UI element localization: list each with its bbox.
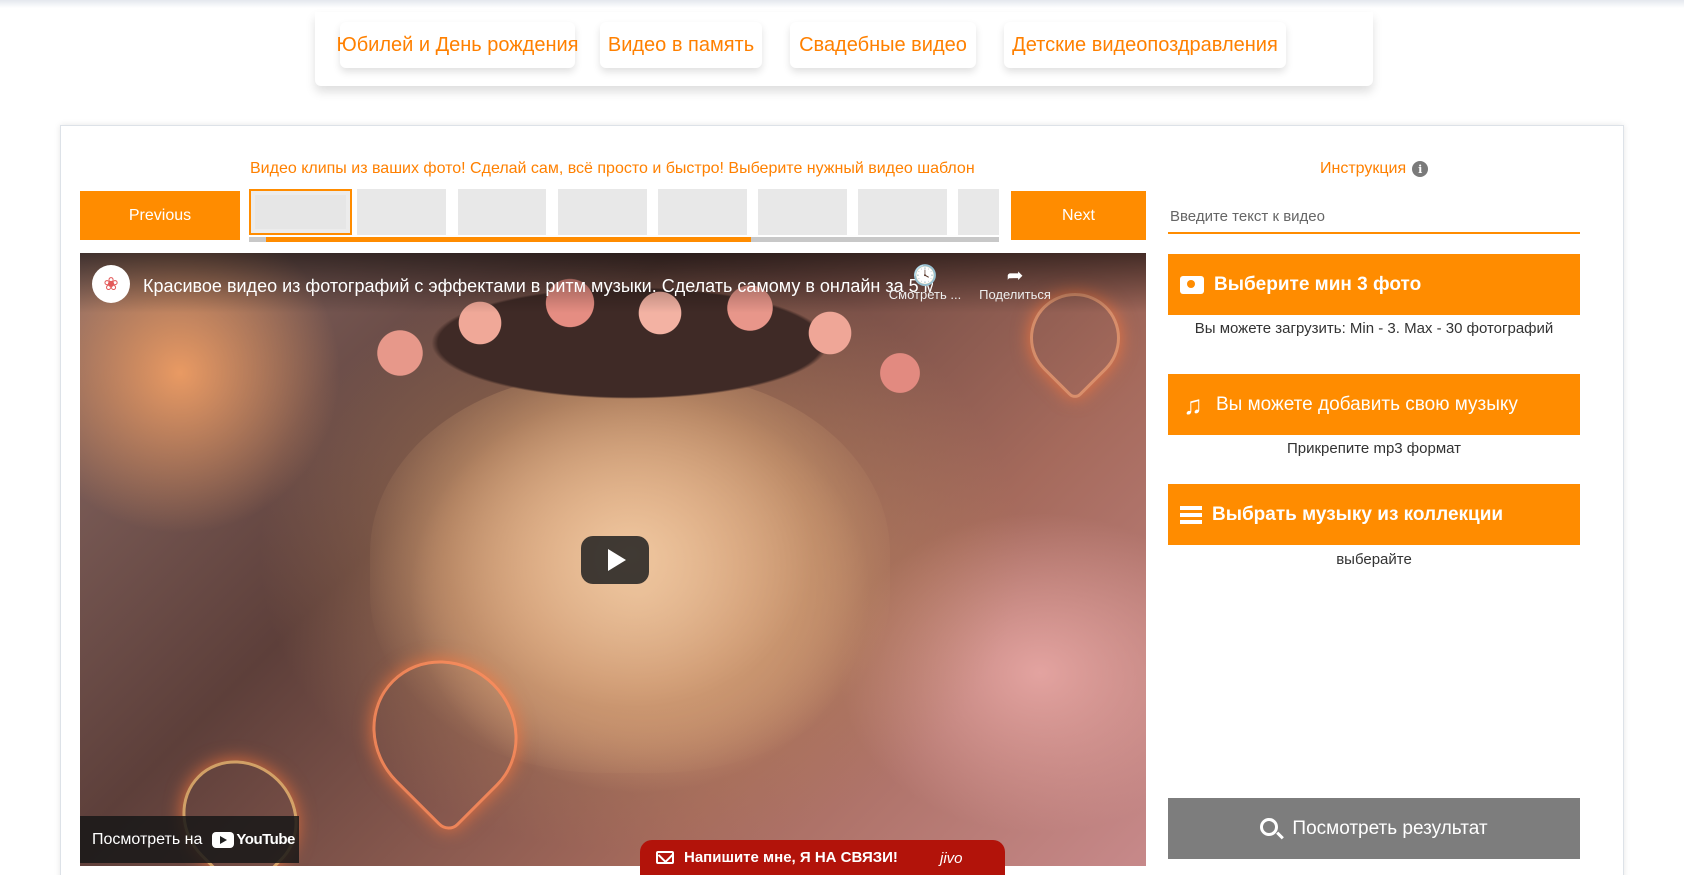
next-button[interactable]: Next bbox=[1011, 191, 1146, 240]
template-thumbnail-4[interactable] bbox=[558, 189, 647, 235]
list-icon bbox=[1180, 505, 1202, 524]
camera-icon bbox=[1180, 275, 1204, 294]
template-thumbnail-1[interactable] bbox=[249, 189, 352, 235]
video-player[interactable]: ❀ Красивое видео из фотографий с эффекта… bbox=[80, 253, 1146, 866]
thumbnail-scrollbar-thumb[interactable] bbox=[266, 237, 751, 242]
watch-on-youtube-button[interactable]: Посмотреть на YouTube bbox=[80, 816, 299, 863]
editor-tagline: Видео клипы из ваших фото! Сделай сам, в… bbox=[250, 160, 975, 177]
template-thumbnail-2[interactable] bbox=[357, 189, 446, 235]
play-button[interactable] bbox=[581, 536, 649, 584]
template-thumbnail-3[interactable] bbox=[458, 189, 546, 235]
watch-later-button[interactable]: 🕓 Смотреть ... bbox=[880, 265, 970, 309]
channel-logo-icon[interactable]: ❀ bbox=[92, 265, 130, 303]
select-photos-button[interactable]: Выберите мин 3 фото bbox=[1168, 254, 1580, 315]
top-strip bbox=[0, 0, 1684, 8]
view-result-button[interactable]: Посмотреть результат bbox=[1168, 798, 1580, 859]
video-text-input[interactable] bbox=[1168, 200, 1580, 234]
music-collection-button[interactable]: Выбрать музыку из коллекции bbox=[1168, 484, 1580, 545]
photo-hint: Вы можете загрузить: Min - 3. Max - 30 ф… bbox=[1194, 320, 1554, 337]
template-thumbnail-8[interactable] bbox=[958, 189, 999, 235]
instruction-label: Инструкция bbox=[1320, 160, 1407, 177]
watch-later-label: Смотреть ... bbox=[888, 287, 962, 302]
watch-on-label: Посмотреть на bbox=[92, 830, 203, 848]
share-arrow-icon: ➦ bbox=[1006, 265, 1024, 287]
info-icon: i bbox=[1412, 161, 1429, 177]
template-thumbnail-strip bbox=[249, 189, 999, 241]
add-music-label: Вы можете добавить свою музыку bbox=[1216, 393, 1518, 415]
chat-brand: jivo bbox=[940, 850, 963, 867]
category-kids-greetings[interactable]: Детские видеопоздравления bbox=[1004, 22, 1286, 68]
collection-hint: выберайте bbox=[1336, 551, 1412, 568]
music-hint: Прикрепите mp3 формат bbox=[1286, 440, 1462, 457]
share-label: Поделиться bbox=[979, 287, 1051, 302]
template-thumbnail-5[interactable] bbox=[658, 189, 747, 235]
clock-icon: 🕓 bbox=[912, 265, 938, 287]
chat-message: Напишите мне, Я НА СВЯЗИ! bbox=[684, 849, 898, 866]
instruction-link[interactable]: Инструкция i bbox=[1320, 160, 1429, 178]
category-nav: Юбилей и День рождения Видео в память Св… bbox=[315, 12, 1373, 86]
view-result-label: Посмотреть результат bbox=[1292, 817, 1488, 839]
category-wedding-video[interactable]: Свадебные видео bbox=[790, 22, 976, 68]
envelope-icon bbox=[656, 851, 674, 864]
template-thumbnail-6[interactable] bbox=[758, 189, 847, 235]
share-button[interactable]: ➦ Поделиться bbox=[970, 265, 1060, 309]
chat-widget[interactable]: Напишите мне, Я НА СВЯЗИ! jivo bbox=[640, 840, 1005, 875]
template-thumbnail-7[interactable] bbox=[858, 189, 947, 235]
zoom-in-icon bbox=[1260, 817, 1279, 836]
select-photos-label: Выберите мин 3 фото bbox=[1214, 273, 1422, 295]
youtube-logo: YouTube bbox=[212, 831, 295, 848]
previous-button[interactable]: Previous bbox=[80, 191, 240, 240]
youtube-wordmark: YouTube bbox=[236, 831, 295, 848]
youtube-play-icon bbox=[212, 831, 235, 848]
music-collection-label: Выбрать музыку из коллекции bbox=[1212, 503, 1504, 525]
add-music-button[interactable]: ♫ Вы можете добавить свою музыку bbox=[1168, 374, 1580, 435]
music-note-icon: ♫ bbox=[1183, 389, 1203, 420]
category-memorial-video[interactable]: Видео в память bbox=[600, 22, 762, 68]
video-title[interactable]: Красивое видео из фотографий с эффектами… bbox=[143, 276, 933, 297]
category-anniversary-birthday[interactable]: Юбилей и День рождения bbox=[337, 22, 579, 68]
thumbnail-scrollbar[interactable] bbox=[249, 237, 999, 242]
